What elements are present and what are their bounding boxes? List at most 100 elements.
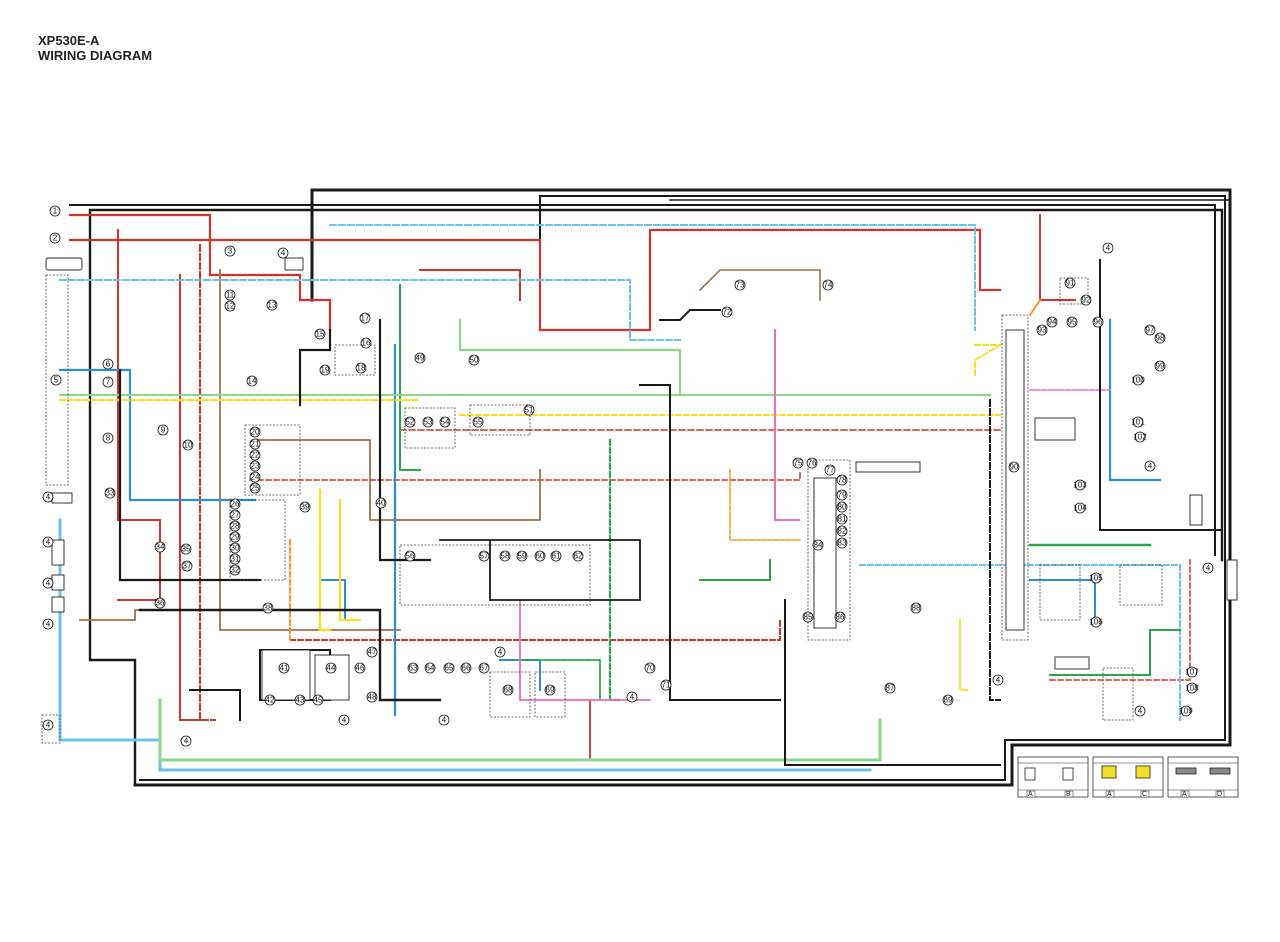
callout-65: 65 (443, 662, 455, 674)
callout-number: 4 (281, 249, 286, 258)
callout-47: 47 (366, 646, 378, 658)
callout-9: 9 (157, 424, 169, 436)
callout-74: 74 (822, 279, 834, 291)
callout-17: 17 (359, 312, 371, 324)
callout-number: 53 (424, 418, 433, 427)
callout-number: 36 (156, 599, 165, 608)
callout-number: 4 (1138, 707, 1143, 716)
callout-number: 12 (226, 302, 235, 311)
callout-number: 92 (1082, 296, 1091, 305)
callout-4: 4 (277, 247, 289, 259)
callout-number: 4 (46, 493, 51, 502)
callout-87: 87 (884, 682, 896, 694)
right-connector-2 (1226, 559, 1238, 601)
callout-number: 90 (1010, 463, 1019, 472)
callout-number: 70 (646, 664, 655, 673)
callout-number: 28 (231, 522, 240, 531)
callout-29: 29 (229, 531, 241, 543)
wire-red-5 (199, 244, 216, 721)
callout-104: 104 (1073, 502, 1087, 514)
callout-number: 80 (838, 503, 847, 512)
callout-number: 9 (161, 426, 166, 435)
callout-number: 101 (1131, 418, 1145, 427)
callout-number: 84 (814, 541, 823, 550)
callout-number: 8 (106, 434, 111, 443)
callout-number: 16 (362, 339, 371, 348)
callout-61: 61 (550, 550, 562, 562)
callout-number: 102 (1133, 433, 1147, 442)
callout-4: 4 (180, 735, 192, 747)
callout-number: 37 (183, 562, 192, 571)
callout-84: 84 (812, 539, 824, 551)
wire-blue-4 (1108, 318, 1162, 482)
callout-4: 4 (42, 491, 54, 503)
legend-label: B (1066, 791, 1071, 798)
callout-4: 4 (42, 618, 54, 630)
callout-number: 41 (280, 664, 289, 673)
callout-59: 59 (516, 550, 528, 562)
callout-27: 27 (229, 509, 241, 521)
callout-number: 83 (838, 539, 847, 548)
callout-35: 35 (180, 543, 192, 555)
wire-brown-3 (698, 269, 821, 301)
callout-4: 4 (1102, 242, 1114, 254)
callout-number: 4 (46, 620, 51, 629)
callout-33: 33 (104, 487, 116, 499)
callout-number: 6 (106, 360, 111, 369)
callout-45: 45 (312, 694, 324, 706)
callout-69: 69 (544, 684, 556, 696)
callout-21: 21 (249, 438, 261, 450)
callout-layer: 123 456789101112 1314151617181920212223242… (42, 205, 1214, 747)
wire-black-int-4 (639, 384, 781, 701)
wire-green-5 (699, 559, 771, 581)
callout-number: 33 (106, 489, 115, 498)
callout-number: 4 (1148, 462, 1153, 471)
callout-31: 31 (229, 553, 241, 565)
callout-36: 36 (154, 597, 166, 609)
wiring-diagram: 123 456789101112 1314151617181920212223242… (41, 188, 1239, 798)
callout-20: 20 (249, 426, 261, 438)
callout-4: 4 (338, 714, 350, 726)
wire-green-6 (519, 659, 601, 701)
callout-6: 6 (102, 358, 114, 370)
callout-81: 81 (836, 513, 848, 525)
legend-label: A (1107, 791, 1112, 798)
callout-number: 5 (54, 376, 59, 385)
callout-15: 15 (314, 328, 326, 340)
callout-number: 2 (53, 234, 58, 243)
callout-number: 32 (231, 566, 240, 575)
callout-number: 3 (228, 247, 233, 256)
callout-number: 47 (368, 648, 377, 657)
callout-number: 98 (1156, 334, 1165, 343)
wire-pink-1 (774, 329, 801, 521)
callout-25: 25 (249, 482, 261, 494)
callout-55: 55 (472, 416, 484, 428)
callout-number: 97 (1146, 326, 1155, 335)
callout-number: 87 (886, 684, 895, 693)
headlight-unit-1 (261, 649, 311, 701)
callout-77: 77 (824, 464, 836, 476)
callout-108: 108 (1185, 682, 1199, 694)
callout-49: 49 (414, 352, 426, 364)
callout-51: 51 (523, 404, 535, 416)
callout-number: 7 (106, 378, 111, 387)
callout-number: 18 (357, 364, 366, 373)
callout-12: 12 (224, 300, 236, 312)
callout-number: 24 (251, 473, 260, 482)
callout-number: 88 (912, 604, 921, 613)
callout-number: 65 (445, 664, 454, 673)
callout-107: 107 (1185, 666, 1199, 678)
callout-14: 14 (246, 375, 258, 387)
callout-number: 72 (723, 308, 732, 317)
callout-number: 71 (662, 681, 671, 690)
callout-number: 85 (804, 613, 813, 622)
callout-number: 77 (826, 466, 835, 475)
wire-red-7 (419, 269, 521, 301)
callout-number: 4 (1106, 244, 1111, 253)
callout-62: 62 (572, 550, 584, 562)
callout-number: 59 (518, 552, 527, 561)
callout-4: 4 (42, 719, 54, 731)
callout-number: 81 (838, 515, 847, 524)
callout-number: 54 (441, 418, 450, 427)
callout-number: 43 (296, 696, 305, 705)
